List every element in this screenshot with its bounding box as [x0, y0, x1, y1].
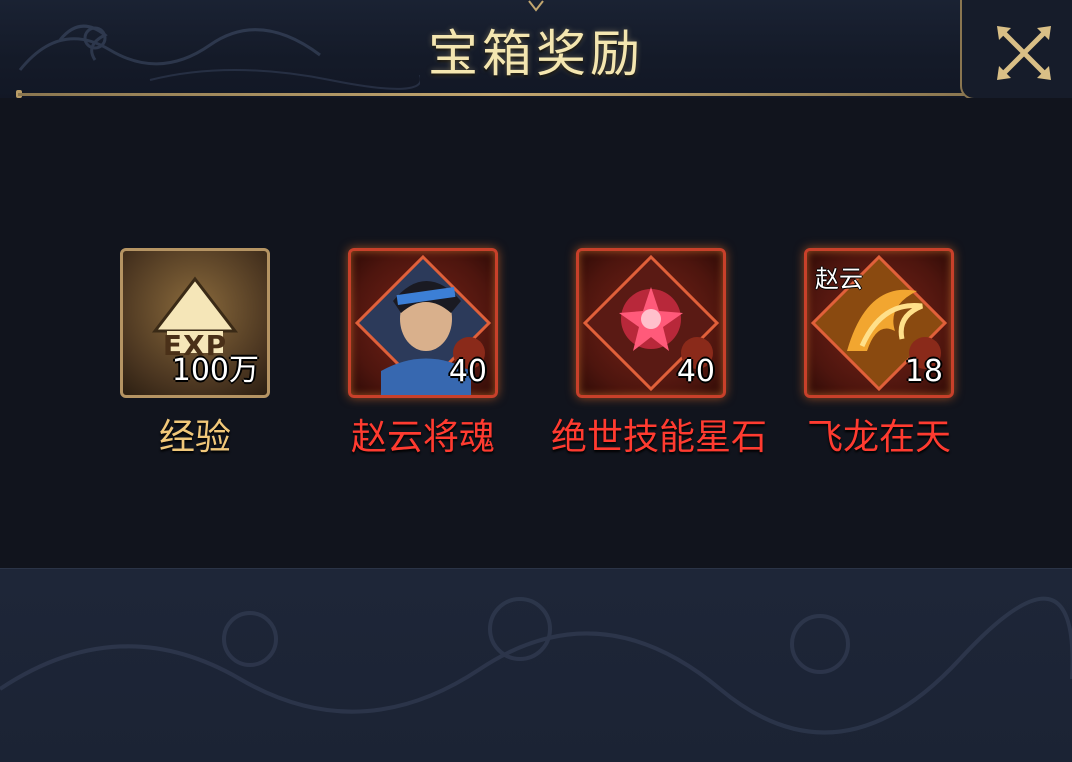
- reward-tile[interactable]: EXP 100万: [120, 248, 270, 398]
- dialog-footer: [0, 568, 1072, 762]
- reward-count: 18: [904, 354, 943, 389]
- header-divider: [18, 93, 973, 96]
- reward-name: 绝世技能星石: [551, 417, 768, 458]
- header-notch-ornament: [528, 0, 544, 12]
- reward-item-skill[interactable]: 赵云 18 飞龙在天: [803, 248, 955, 460]
- hero-owner-tag: 赵云: [815, 265, 863, 293]
- dialog-header: 宝箱奖励: [0, 0, 1072, 100]
- reward-count: 40: [676, 354, 715, 389]
- reward-tile[interactable]: 40: [576, 248, 726, 398]
- crossed-swords-close-icon[interactable]: [995, 24, 1053, 82]
- reward-item-star-stone[interactable]: 40 绝世技能星石: [551, 248, 768, 460]
- reward-name: 飞龙在天: [806, 417, 951, 458]
- reward-count: 100万: [171, 353, 259, 388]
- reward-item-exp[interactable]: EXP 100万 经验: [119, 248, 271, 460]
- reward-tile[interactable]: 40: [348, 248, 498, 398]
- reward-tile[interactable]: 赵云 18: [804, 248, 954, 398]
- dialog-title: 宝箱奖励: [428, 25, 644, 83]
- reward-name: 经验: [158, 417, 231, 458]
- reward-name: 赵云将魂: [350, 417, 495, 458]
- cloud-pattern-decoration: [0, 596, 1072, 735]
- reward-dialog: 宝箱奖励 EXP 100万 经验 40 赵云将魂 40 绝世技能星石 赵云 18…: [0, 0, 1072, 762]
- reward-item-hero-soul[interactable]: 40 赵云将魂: [347, 248, 499, 460]
- reward-count: 40: [448, 354, 487, 389]
